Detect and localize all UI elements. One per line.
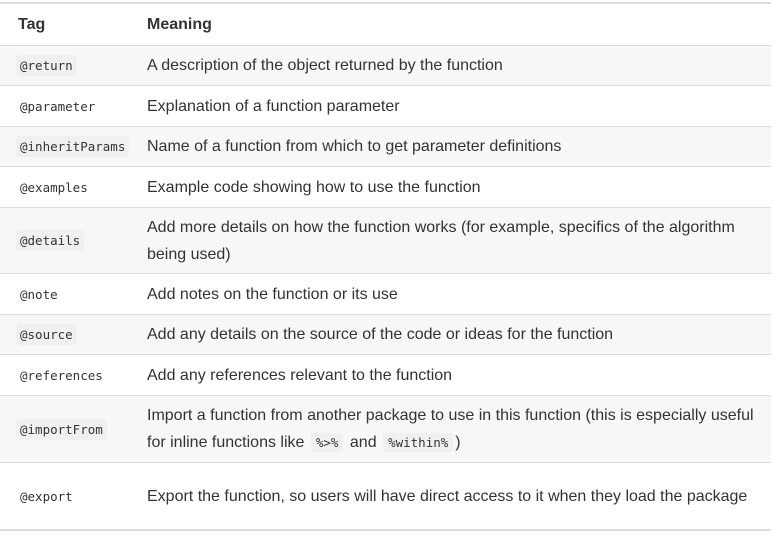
table-row: @source Add any details on the source of… xyxy=(0,314,771,354)
meaning-text: Explanation of a function parameter xyxy=(147,97,400,115)
table-row: @examples Example code showing how to us… xyxy=(0,166,771,207)
tag-code: @note xyxy=(20,286,58,302)
table-row: @note Add notes on the function or its u… xyxy=(0,273,771,314)
roxygen-tags-table: Tag Meaning @return A description of the… xyxy=(0,2,771,531)
tag-code: @return xyxy=(16,55,77,76)
tag-code: @details xyxy=(16,230,85,251)
table-row: @inheritParams Name of a function from w… xyxy=(0,126,771,166)
meaning-text-mid: and xyxy=(349,434,377,451)
table-row: @details Add more details on how the fun… xyxy=(0,207,771,273)
meaning-text: A description of the object returned by … xyxy=(147,57,503,74)
tag-code: @parameter xyxy=(20,98,96,114)
tag-code: @source xyxy=(16,324,77,345)
table-row: @references Add any references relevant … xyxy=(0,354,771,395)
tag-code: @references xyxy=(20,367,103,383)
meaning-text: Export the function, so users will have … xyxy=(147,487,748,505)
table-row: @parameter Explanation of a function par… xyxy=(0,85,771,126)
meaning-text: Import a function from another package t… xyxy=(147,402,771,456)
table-row: @importFrom Import a function from anoth… xyxy=(0,395,771,462)
meaning-text: Name of a function from which to get par… xyxy=(147,138,562,155)
table-row: @return A description of the object retu… xyxy=(0,45,771,85)
table-header-row: Tag Meaning xyxy=(0,4,771,45)
meaning-text: Add more details on how the function wor… xyxy=(147,218,735,263)
table-row: @export Export the function, so users wi… xyxy=(0,462,771,529)
tag-code: @export xyxy=(20,488,73,504)
tag-code: @examples xyxy=(20,179,88,195)
meaning-text: Add any details on the source of the cod… xyxy=(147,326,614,343)
meaning-text: Example code showing how to use the func… xyxy=(147,178,481,196)
header-tag: Tag xyxy=(18,15,46,33)
tag-code: @importFrom xyxy=(16,418,107,440)
meaning-text: Add any references relevant to the funct… xyxy=(147,366,453,384)
meaning-text-after: ) xyxy=(455,434,461,451)
tag-code: @inheritParams xyxy=(16,136,130,157)
inline-code-within: %within% xyxy=(383,433,454,452)
inline-code-pipe: %>% xyxy=(310,433,344,452)
header-meaning: Meaning xyxy=(147,16,212,33)
meaning-text: Add notes on the function or its use xyxy=(147,285,398,303)
